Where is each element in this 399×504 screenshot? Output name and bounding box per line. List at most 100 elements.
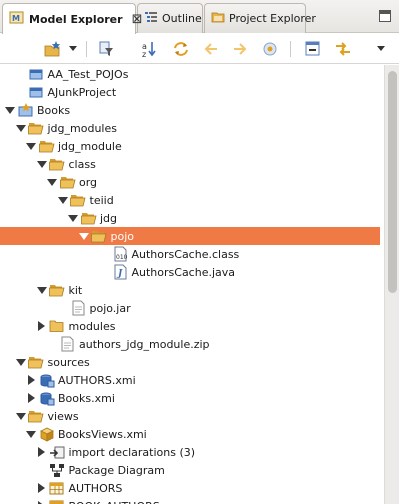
tab-model-explorer-label: Model Explorer (29, 12, 123, 26)
tab-project-explorer[interactable]: Project Explorer (204, 3, 316, 33)
folder-open-icon (91, 228, 108, 244)
tree-item-label: AuthorsCache.class (131, 247, 240, 261)
tab-project-explorer-label: Project Explorer (229, 12, 316, 25)
tree-item[interactable]: BOOK_AUTHORS (0, 497, 380, 504)
expanded-triangle-icon[interactable] (47, 177, 57, 187)
project-icon (28, 84, 45, 100)
tree-item-label: class (68, 157, 96, 171)
link-editor-icon[interactable] (334, 40, 352, 58)
tree-item[interactable]: Books.xmi (0, 389, 380, 407)
tree-item[interactable]: views (0, 407, 380, 425)
folder-open-icon (28, 408, 45, 424)
diagram-icon (49, 462, 66, 478)
folder-open-icon (59, 174, 76, 190)
tree-item[interactable]: AUTHORS (0, 479, 380, 497)
tree-item[interactable]: authors_jdg_module.zip (0, 335, 380, 353)
scrollbar-thumb[interactable] (388, 71, 397, 293)
tree-item-label: BooksViews.xmi (58, 427, 147, 441)
collapsed-triangle-icon[interactable] (37, 483, 47, 493)
tree-item[interactable]: BooksViews.xmi (0, 425, 380, 443)
tree-item[interactable]: pojo.jar (0, 299, 380, 317)
forward-arrow-icon[interactable] (231, 40, 249, 58)
tree-item-label: Books.xmi (58, 391, 115, 405)
folder-open-icon (28, 120, 45, 136)
sort-az-icon[interactable]: a z (142, 40, 160, 58)
filter-icon[interactable] (98, 40, 116, 58)
expanded-triangle-icon[interactable] (26, 429, 36, 439)
tree-item[interactable]: class (0, 155, 380, 173)
expanded-triangle-icon[interactable] (15, 411, 26, 421)
view-tab-bar: M Model Explorer ⊠ Outline Project Explo… (0, 0, 399, 34)
collapse-all-icon[interactable] (304, 40, 322, 58)
expanded-triangle-icon[interactable] (26, 141, 36, 151)
collapsed-triangle-icon[interactable] (37, 321, 47, 331)
expanded-triangle-icon[interactable] (78, 231, 89, 241)
tree-item-label: AUTHORS.xmi (58, 373, 136, 387)
tree-item-label: views (47, 409, 79, 423)
import-icon (49, 444, 66, 460)
svg-text:M: M (12, 14, 20, 23)
tree-item-label: authors_jdg_module.zip (79, 337, 210, 351)
expanded-triangle-icon[interactable] (36, 159, 47, 169)
svg-text:010: 010 (116, 254, 128, 261)
expanded-triangle-icon[interactable] (15, 123, 26, 133)
home-icon[interactable] (261, 40, 279, 58)
svg-text:z: z (142, 50, 146, 58)
table-icon (49, 480, 66, 496)
tab-outline[interactable]: Outline (137, 3, 203, 33)
source-model-icon (38, 390, 55, 406)
tree-item[interactable]: 010 AuthorsCache.class (0, 245, 380, 263)
tree-item[interactable]: AUTHORS.xmi (0, 371, 380, 389)
collapsed-triangle-icon[interactable] (37, 447, 47, 457)
tree-item[interactable]: sources (0, 353, 380, 371)
tree-item[interactable]: pojo (0, 227, 380, 245)
dropdown-chevron-icon[interactable] (69, 46, 77, 51)
tree-item[interactable]: jdg (0, 209, 380, 227)
expanded-triangle-icon[interactable] (15, 357, 26, 367)
tree-item-label: jdg (100, 211, 118, 225)
maximize-icon[interactable] (379, 10, 391, 22)
expanded-triangle-icon[interactable] (57, 195, 68, 205)
project-icon (28, 66, 45, 82)
tree-item-label: pojo.jar (89, 301, 131, 315)
sync-icon[interactable] (172, 40, 190, 58)
tree-item[interactable]: kit (0, 281, 380, 299)
tree-item[interactable]: modules (0, 317, 380, 335)
tree-item[interactable]: org (0, 173, 380, 191)
expanded-triangle-icon[interactable] (5, 105, 15, 115)
table-icon (49, 498, 66, 504)
java-file-icon: J (112, 264, 129, 280)
expanded-triangle-icon[interactable] (68, 213, 78, 223)
svg-text:J: J (116, 269, 123, 279)
view-menu-icon[interactable] (377, 46, 385, 51)
tree-item[interactable]: teiid (0, 191, 380, 209)
folder-open-icon (28, 354, 45, 370)
tree-item-label: modules (68, 319, 116, 333)
collapsed-triangle-icon[interactable] (26, 393, 36, 403)
tree-item[interactable]: AA_Test_POJOs (0, 65, 380, 83)
tree-item-label: AuthorsCache.java (131, 265, 236, 279)
tree-item-label: import declarations (3) (68, 445, 196, 459)
folder-open-icon (49, 156, 66, 172)
collapsed-triangle-icon[interactable] (26, 375, 36, 385)
tree-item[interactable]: AJunkProject (0, 83, 380, 101)
tree-item[interactable]: import declarations (3) (0, 443, 380, 461)
tree-item[interactable]: Books (0, 101, 380, 119)
back-arrow-icon[interactable] (202, 40, 220, 58)
close-icon[interactable]: ⊠ (132, 13, 143, 26)
tree-item[interactable]: jdg_modules (0, 119, 380, 137)
tree-item[interactable]: jdg_module (0, 137, 380, 155)
expanded-triangle-icon[interactable] (36, 285, 47, 295)
tree-item[interactable]: Package Diagram (0, 461, 380, 479)
tree-item[interactable]: J AuthorsCache.java (0, 263, 380, 281)
model-tree[interactable]: AA_Test_POJOs AJunkProject Books jdg_module… (0, 65, 380, 504)
vertical-scrollbar[interactable] (384, 65, 399, 504)
source-model-icon (38, 372, 55, 388)
folder-open-icon (70, 192, 87, 208)
tab-model-explorer[interactable]: M Model Explorer ⊠ (2, 3, 142, 34)
class-file-icon: 010 (112, 246, 129, 262)
new-model-icon[interactable] (44, 40, 62, 58)
